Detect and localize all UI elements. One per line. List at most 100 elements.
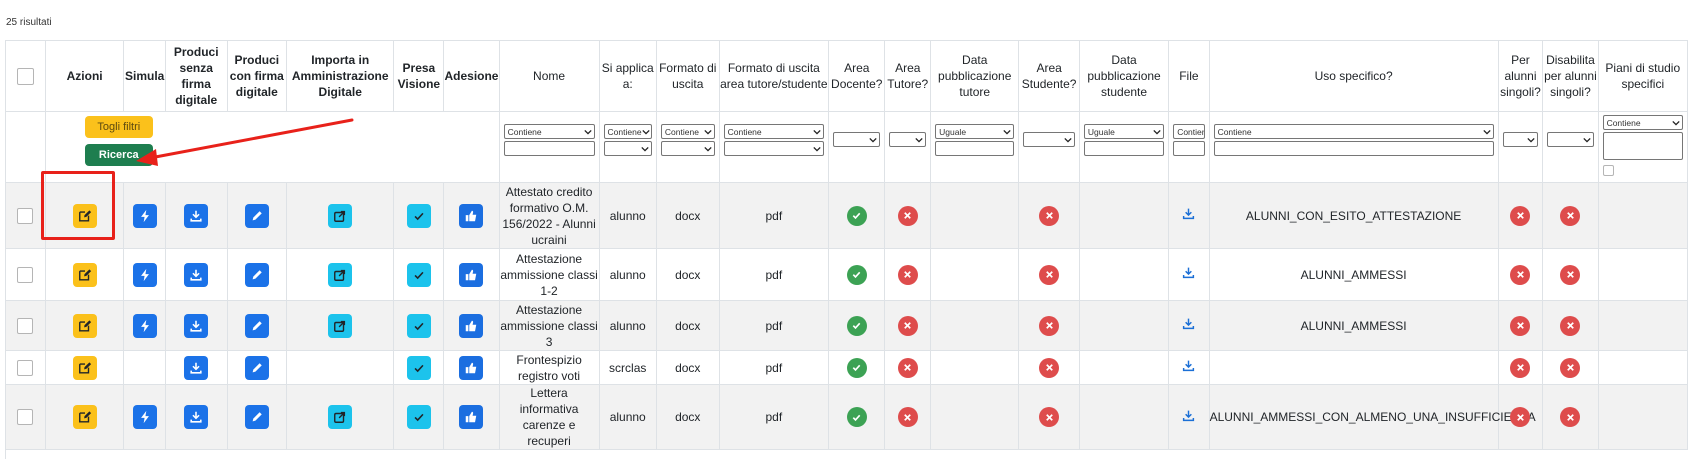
edit-button[interactable] — [72, 262, 97, 287]
piani-filter-input[interactable] — [1602, 132, 1683, 160]
ricerca-button[interactable]: Ricerca — [84, 144, 153, 166]
formato-filter-value[interactable] — [660, 141, 715, 156]
header-importa[interactable]: Importa in Amministrazione Digitale — [286, 41, 395, 112]
uso-filter-input[interactable] — [1213, 141, 1494, 156]
produce-signed-button[interactable] — [244, 355, 269, 380]
row-checkbox[interactable] — [17, 317, 34, 334]
area-studente-filter[interactable] — [1023, 132, 1075, 147]
simula-button[interactable] — [132, 203, 157, 228]
file-download-icon[interactable] — [1182, 317, 1195, 330]
row-checkbox[interactable] — [17, 409, 34, 426]
piani-filter-checkbox[interactable] — [1602, 165, 1614, 177]
piani-filter-operator[interactable]: Contiene — [1602, 115, 1683, 130]
edit-button[interactable] — [72, 355, 97, 380]
import-digital-admin-button[interactable] — [328, 262, 353, 287]
file-download-icon[interactable] — [1182, 266, 1195, 279]
adesione-button[interactable] — [459, 313, 484, 338]
togli-filtri-button[interactable]: Togli filtri — [84, 116, 153, 138]
presa-visione-button[interactable] — [406, 405, 431, 429]
area-docente-filter[interactable] — [833, 132, 881, 147]
adesione-button[interactable] — [459, 262, 484, 287]
header-per-singoli[interactable]: Per alunni singoli? — [1498, 41, 1544, 112]
produce-unsigned-button[interactable] — [184, 355, 209, 380]
formato-area-filter-value[interactable] — [723, 141, 825, 156]
header-data-studente[interactable]: Data pubblicazione studente — [1079, 41, 1170, 112]
import-digital-admin-button[interactable] — [328, 405, 353, 429]
select-all-checkbox[interactable] — [16, 67, 34, 85]
edit-button[interactable] — [72, 405, 97, 429]
presa-visione-button[interactable] — [406, 313, 431, 338]
header-azioni[interactable]: Azioni — [45, 41, 125, 112]
file-download-icon[interactable] — [1182, 207, 1195, 220]
adesione-button[interactable] — [459, 203, 484, 228]
table-row[interactable]: Attestazione ammissione classi 3 alunno … — [6, 300, 1688, 351]
produce-unsigned-button[interactable] — [184, 203, 209, 228]
produce-signed-button[interactable] — [244, 203, 269, 228]
table-row[interactable]: Attestazione ammissione classi 1-2 alunn… — [6, 248, 1688, 301]
produce-signed-button[interactable] — [244, 405, 269, 429]
produce-unsigned-button[interactable] — [184, 405, 209, 429]
adesione-button[interactable] — [459, 355, 484, 380]
edit-button[interactable] — [72, 313, 97, 338]
file-download-icon[interactable] — [1182, 359, 1195, 372]
uso-filter-operator[interactable]: Contiene — [1213, 124, 1494, 139]
header-nome[interactable]: Nome — [499, 41, 600, 112]
file-download-icon[interactable] — [1182, 409, 1195, 422]
x-circle-icon — [1510, 357, 1531, 378]
header-uso-specifico[interactable]: Uso specifico? — [1209, 41, 1499, 112]
header-senza-firma[interactable]: Produci senza firma digitale — [165, 41, 228, 112]
x-circle-icon — [1039, 357, 1060, 378]
header-si-applica[interactable]: Si applica a: — [599, 41, 657, 112]
header-data-tutore[interactable]: Data pubblicazione tutore — [930, 41, 1020, 112]
header-formato-area[interactable]: Formato di uscita area tutore/studente — [719, 41, 830, 112]
header-presa-visione[interactable]: Presa Visione — [393, 41, 445, 112]
row-checkbox[interactable] — [17, 207, 34, 224]
disabilita-filter[interactable] — [1547, 132, 1594, 147]
table-row[interactable]: Frontespizio registro voti scrclas docx … — [6, 350, 1688, 385]
header-area-studente[interactable]: Area Studente? — [1018, 41, 1080, 112]
simula-button[interactable] — [132, 262, 157, 287]
data-studente-filter-input[interactable] — [1083, 141, 1165, 156]
header-area-tutore[interactable]: Area Tutore? — [884, 41, 932, 112]
adesione-button[interactable] — [459, 405, 484, 429]
presa-visione-button[interactable] — [406, 203, 431, 228]
row-checkbox[interactable] — [17, 359, 34, 376]
produce-unsigned-button[interactable] — [184, 313, 209, 338]
file-filter-operator[interactable]: Contiene — [1173, 124, 1205, 139]
singoli-filter[interactable] — [1502, 132, 1539, 147]
si-applica-filter-value[interactable] — [603, 141, 652, 156]
header-con-firma[interactable]: Produci con firma digitale — [227, 41, 288, 112]
file-filter-input[interactable] — [1173, 141, 1205, 156]
nome-filter-operator[interactable]: Contiene — [503, 124, 595, 139]
table-row[interactable]: Attestato credito formativo O.M. 156/202… — [6, 182, 1688, 249]
area-tutore-filter[interactable] — [889, 132, 927, 147]
table-row[interactable]: Lettera informativa carenze e recuperi a… — [6, 384, 1688, 450]
presa-visione-button[interactable] — [406, 355, 431, 380]
nome-filter-input[interactable] — [503, 141, 595, 156]
si-applica-filter-operator[interactable]: Contiene — [603, 124, 652, 139]
header-piani[interactable]: Piani di studio specifici — [1598, 41, 1688, 112]
simula-button[interactable] — [132, 313, 157, 338]
header-disabilita[interactable]: Disabilita per alunni singoli? — [1542, 41, 1599, 112]
formato-filter-operator[interactable]: Contiene — [660, 124, 715, 139]
data-tutore-filter-operator[interactable]: Uguale — [935, 124, 1015, 139]
produce-signed-button[interactable] — [244, 262, 269, 287]
simula-button[interactable] — [132, 405, 157, 429]
produce-unsigned-button[interactable] — [184, 262, 209, 287]
chevron-down-icon — [1153, 129, 1161, 135]
formato-area-filter-operator[interactable]: Contiene — [723, 124, 825, 139]
data-tutore-filter-input[interactable] — [935, 141, 1015, 156]
import-digital-admin-button[interactable] — [328, 203, 353, 228]
header-formato[interactable]: Formato di uscita — [656, 41, 720, 112]
header-area-docente[interactable]: Area Docente? — [828, 41, 886, 112]
produce-signed-button[interactable] — [244, 313, 269, 338]
row-checkbox[interactable] — [17, 266, 34, 283]
x-circle-icon — [897, 205, 918, 226]
header-select-all[interactable] — [6, 41, 46, 112]
import-digital-admin-button[interactable] — [328, 313, 353, 338]
presa-visione-button[interactable] — [406, 262, 431, 287]
header-adesione[interactable]: Adesione — [443, 41, 500, 112]
header-file[interactable]: File — [1168, 41, 1210, 112]
header-simula[interactable]: Simula — [123, 41, 166, 112]
data-studente-filter-operator[interactable]: Uguale — [1083, 124, 1165, 139]
